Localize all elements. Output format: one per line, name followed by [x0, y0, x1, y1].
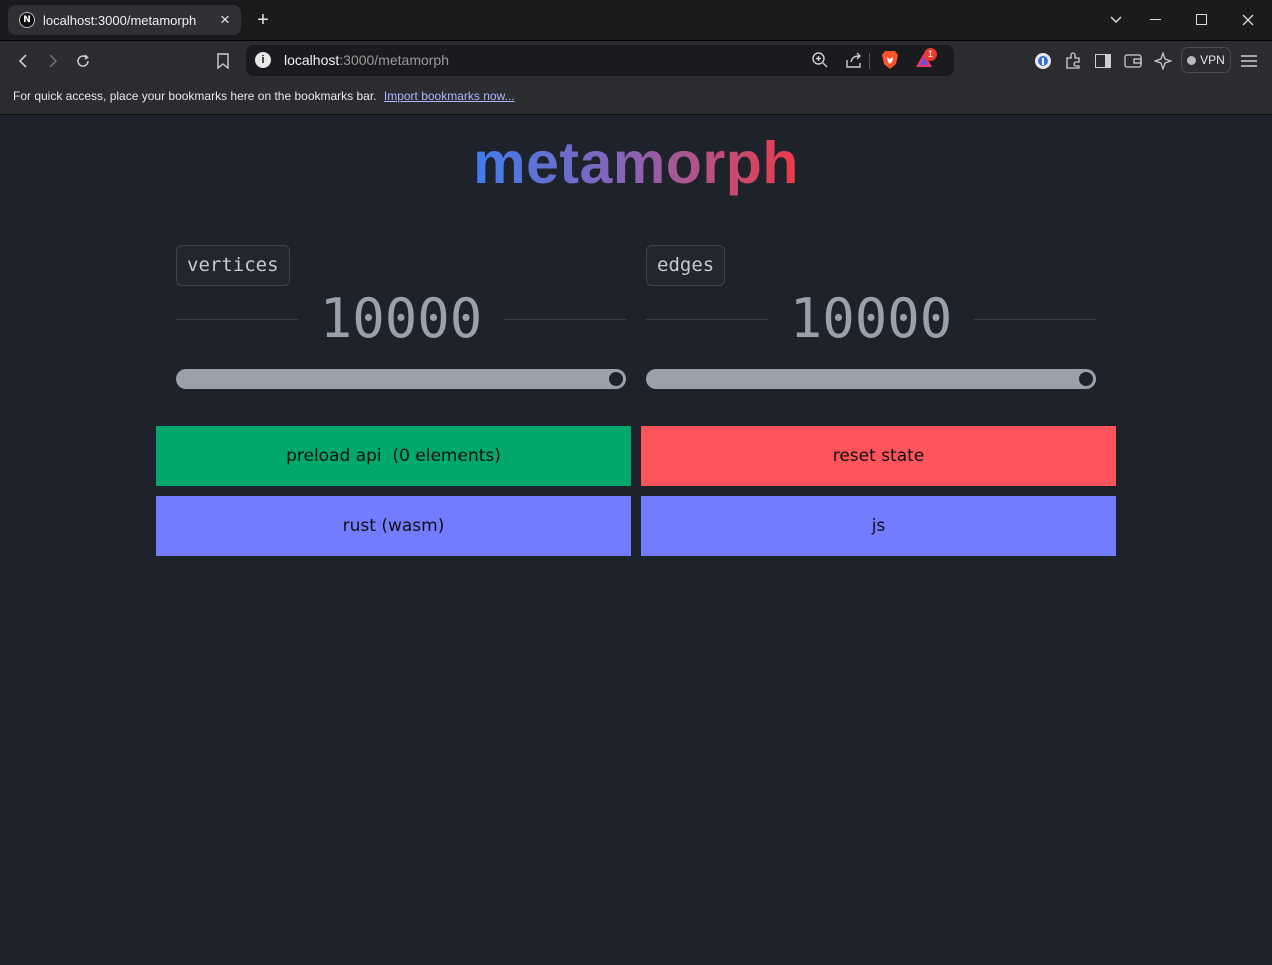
preload-api-button[interactable]: preload api (0 elements): [156, 426, 631, 486]
browser-titlebar: N localhost:3000/metamorph × +: [0, 0, 1272, 41]
url-text[interactable]: localhost:3000/metamorph: [284, 52, 449, 68]
vertices-label: vertices: [176, 245, 290, 286]
sidebar-icon[interactable]: [1091, 49, 1115, 73]
import-bookmarks-link[interactable]: Import bookmarks now...: [384, 89, 515, 103]
vertices-control: vertices 10000: [176, 245, 626, 395]
urlbar-divider: [869, 53, 870, 69]
minimize-icon[interactable]: [1145, 9, 1167, 31]
nextjs-favicon-icon: N: [19, 12, 35, 28]
js-button[interactable]: js: [641, 496, 1116, 556]
browser-tab[interactable]: N localhost:3000/metamorph ×: [8, 5, 241, 35]
vpn-button[interactable]: VPN: [1181, 47, 1231, 73]
url-host: localhost: [284, 52, 340, 68]
edges-slider-thumb[interactable]: [1079, 372, 1093, 386]
zoom-icon[interactable]: [808, 48, 832, 72]
password-manager-icon[interactable]: [1031, 49, 1055, 73]
browser-toolbar: i localhost:3000/metamorph 1 VPN: [0, 41, 1272, 81]
close-window-icon[interactable]: [1237, 9, 1259, 31]
vertices-slider[interactable]: [176, 369, 626, 389]
page-title-text: metamorph: [473, 130, 799, 196]
vertices-slider-thumb[interactable]: [609, 372, 623, 386]
page-title: metamorph: [0, 129, 1272, 197]
rust-wasm-button[interactable]: rust (wasm): [156, 496, 631, 556]
tab-title: localhost:3000/metamorph: [43, 12, 197, 28]
vertices-value: 10000: [319, 287, 483, 350]
reload-icon[interactable]: [71, 49, 95, 73]
share-icon[interactable]: [842, 48, 866, 72]
brave-shields-icon[interactable]: [878, 48, 902, 72]
reset-state-button[interactable]: reset state: [641, 426, 1116, 486]
bookmark-icon[interactable]: [211, 49, 235, 73]
new-tab-icon[interactable]: +: [252, 9, 274, 31]
maximize-icon[interactable]: [1191, 9, 1213, 31]
extensions-icon[interactable]: [1061, 49, 1085, 73]
site-info-icon[interactable]: i: [255, 52, 271, 68]
edges-value: 10000: [789, 287, 953, 350]
menu-icon[interactable]: [1237, 49, 1261, 73]
leo-ai-icon[interactable]: [1151, 49, 1175, 73]
wallet-icon[interactable]: [1121, 49, 1145, 73]
edges-control: edges 10000: [646, 245, 1096, 395]
bookmarks-hint-text: For quick access, place your bookmarks h…: [13, 89, 377, 103]
edges-label: edges: [646, 245, 726, 286]
notification-badge: 1: [924, 48, 937, 61]
tab-list-chevron-icon[interactable]: [1105, 9, 1127, 31]
url-path: :3000/metamorph: [339, 52, 449, 68]
bookmarks-message: For quick access, place your bookmarks h…: [13, 89, 515, 103]
vpn-label: VPN: [1200, 53, 1225, 67]
vpn-status-icon: [1187, 55, 1197, 65]
back-icon[interactable]: [11, 49, 35, 73]
edges-slider[interactable]: [646, 369, 1096, 389]
forward-icon[interactable]: [41, 49, 65, 73]
bookmarks-bar: For quick access, place your bookmarks h…: [0, 81, 1272, 115]
tab-close-icon[interactable]: ×: [215, 10, 235, 30]
address-bar[interactable]: i localhost:3000/metamorph 1: [246, 45, 954, 76]
page-content: metamorph vertices 10000 edges 10000 pre…: [0, 115, 1272, 965]
